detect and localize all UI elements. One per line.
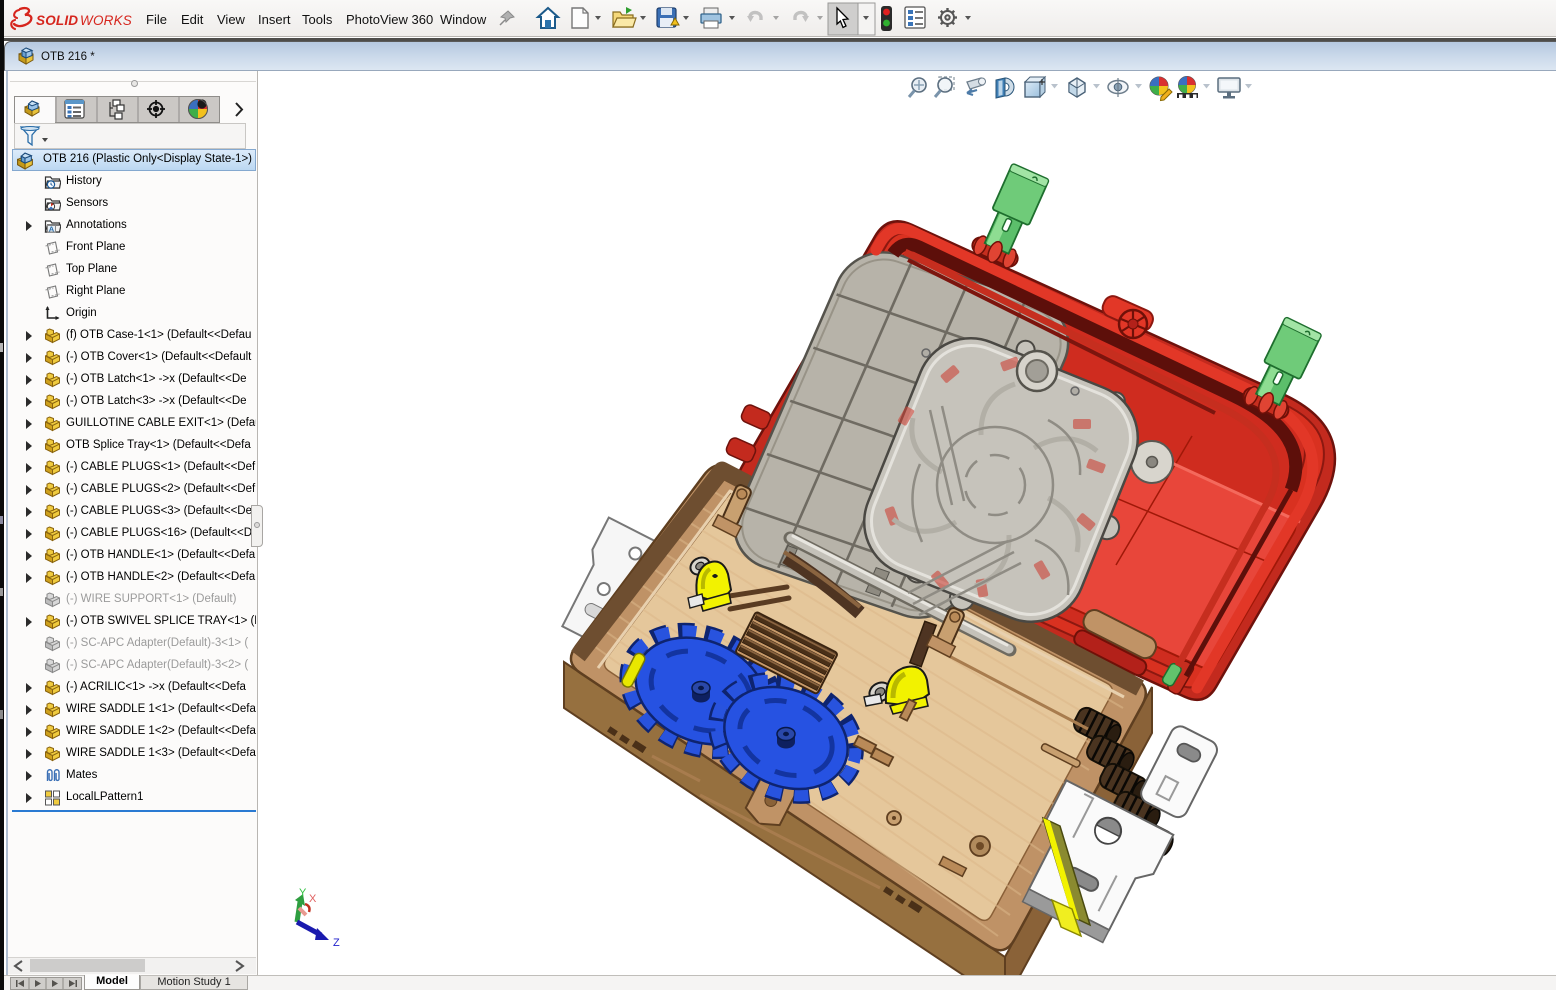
svg-text:X: X	[309, 893, 317, 905]
svg-text:Y: Y	[299, 887, 307, 899]
svg-text:A: A	[49, 225, 55, 234]
svg-text:Z: Z	[333, 937, 340, 949]
svg-text:WORKS: WORKS	[80, 13, 132, 28]
svg-text:SOLID: SOLID	[36, 13, 78, 28]
